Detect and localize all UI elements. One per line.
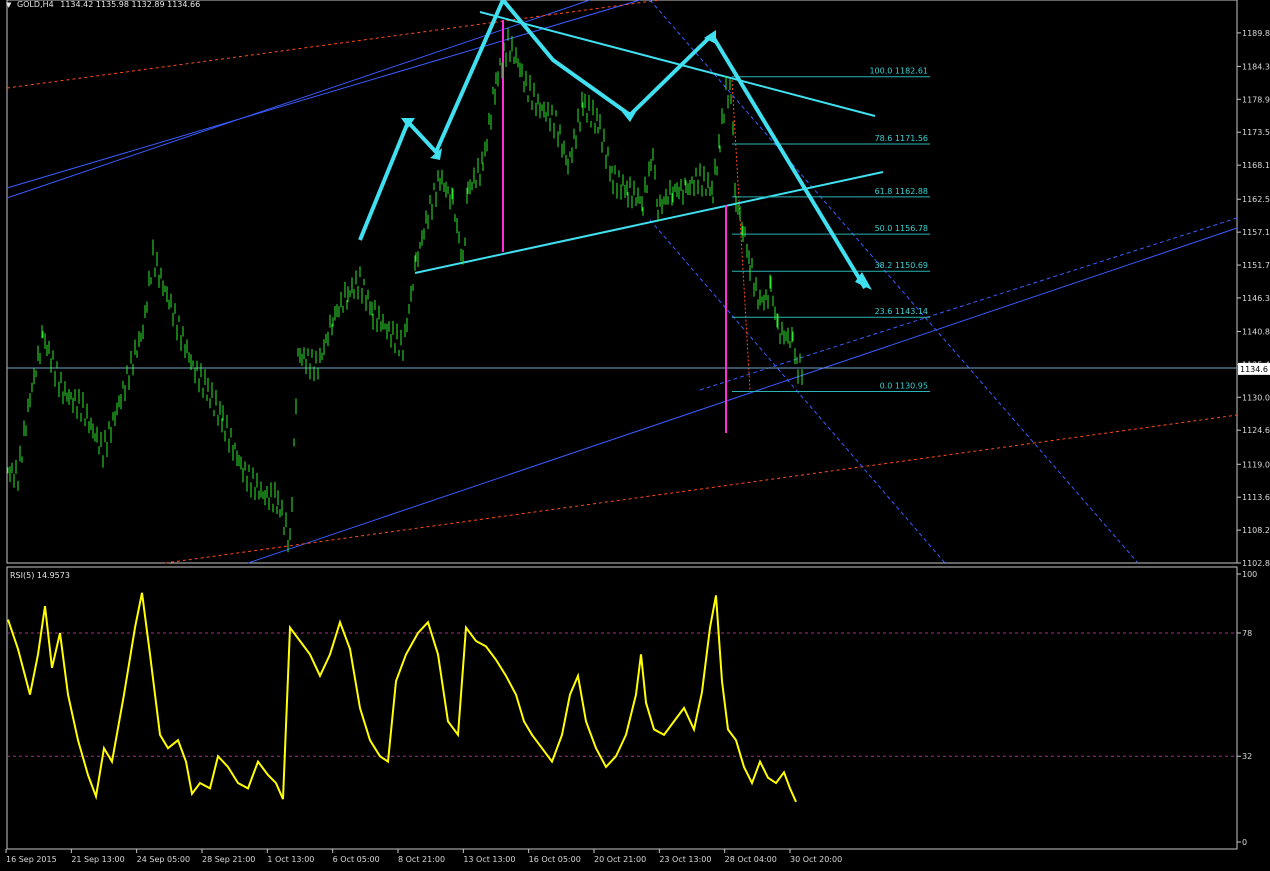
chart-header: ▼ GOLD,H4 1134.42 1135.98 1132.89 1134.6… bbox=[6, 0, 200, 9]
symbol-label: GOLD,H4 bbox=[16, 0, 54, 9]
fib-level-label: 23.6 1143.14 bbox=[875, 307, 928, 316]
price-tick-label: 1168.1 bbox=[1242, 161, 1270, 170]
regression-upper-line bbox=[6, 0, 661, 89]
price-tick-label: 1130.0 bbox=[1242, 393, 1270, 402]
time-tick-label: 13 Oct 13:00 bbox=[463, 855, 515, 864]
fib-level-label: 100.0 1182.61 bbox=[869, 67, 928, 76]
pattern-arrow-mid bbox=[501, 0, 714, 117]
pattern-arrow-down bbox=[710, 33, 867, 290]
current-price-label: 1134.6 bbox=[1240, 365, 1268, 374]
time-tick-label: 28 Sep 21:00 bbox=[202, 855, 255, 864]
time-tick-label: 28 Oct 04:00 bbox=[725, 855, 777, 864]
fib-level-label: 38.2 1150.69 bbox=[875, 261, 928, 270]
price-tick-label: 1140.8 bbox=[1242, 327, 1270, 336]
main-panel-frame bbox=[6, 0, 1238, 564]
price-tick-label: 1113.6 bbox=[1242, 493, 1270, 502]
price-tick-label: 1178.9 bbox=[1242, 95, 1270, 104]
regression-lower-line bbox=[164, 414, 1238, 564]
ohlc-values: 1134.42 1135.98 1132.89 1134.66 bbox=[60, 0, 201, 9]
time-tick-label: 24 Sep 05:00 bbox=[137, 855, 190, 864]
arrowhead-3 bbox=[622, 112, 636, 122]
time-tick-label: 16 Oct 05:00 bbox=[529, 855, 581, 864]
fib-base-line bbox=[731, 79, 751, 391]
price-tick-label: 1157.1 bbox=[1242, 228, 1270, 237]
fib-level-label: 78.6 1171.56 bbox=[875, 134, 928, 143]
price-tick-label: 1102.8 bbox=[1242, 559, 1270, 568]
rsi-line bbox=[7, 592, 797, 803]
price-tick-label: 1151.7 bbox=[1242, 261, 1270, 270]
price-tick-label: 1119.0 bbox=[1242, 460, 1270, 469]
down-channel-line bbox=[649, 0, 1139, 564]
time-tick-label: 1 Oct 13:00 bbox=[267, 855, 314, 864]
fib-level-label: 61.8 1162.88 bbox=[875, 187, 928, 196]
price-tick-label: 1146.3 bbox=[1242, 294, 1270, 303]
rsi-tick-label: 0 bbox=[1242, 838, 1247, 847]
neckline-top bbox=[479, 11, 876, 117]
time-tick-label: 16 Sep 2015 bbox=[6, 855, 57, 864]
price-tick-label: 1189.8 bbox=[1242, 29, 1270, 38]
price-tick-label: 1184.3 bbox=[1242, 62, 1270, 71]
time-tick-label: 21 Sep 13:00 bbox=[71, 855, 124, 864]
price-tick-label: 1162.5 bbox=[1242, 195, 1270, 204]
channel-lower-dashed bbox=[699, 217, 1238, 391]
price-chart-canvas[interactable]: 1189.8 1184.3 1178.9 1173.5 1168.1 1162.5 1157… bbox=[0, 0, 1270, 867]
triangle-down-icon[interactable]: ▼ bbox=[6, 1, 11, 9]
rsi-panel-frame bbox=[6, 566, 1238, 850]
price-tick-label: 1108.2 bbox=[1242, 526, 1270, 535]
fib-level-label: 0.0 1130.95 bbox=[880, 381, 928, 390]
price-tick-label: 1124.6 bbox=[1242, 426, 1270, 435]
rsi-header: RSI(5) 14.9573 bbox=[10, 571, 70, 580]
fib-level-label: 50.0 1156.78 bbox=[875, 224, 928, 233]
rsi-tick-label: 78 bbox=[1242, 629, 1252, 638]
time-tick-label: 20 Oct 21:00 bbox=[594, 855, 646, 864]
channel-lower-line bbox=[247, 227, 1238, 564]
time-tick-label: 6 Oct 05:00 bbox=[333, 855, 380, 864]
price-tick-label: 1173.5 bbox=[1242, 128, 1270, 137]
time-tick-label: 23 Oct 13:00 bbox=[659, 855, 711, 864]
rsi-tick-label: 100 bbox=[1242, 570, 1257, 579]
time-tick-label: 8 Oct 21:00 bbox=[398, 855, 445, 864]
chart-window[interactable]: 1189.8 1184.3 1178.9 1173.5 1168.1 1162.5 1157… bbox=[0, 0, 1270, 867]
rsi-tick-label: 32 bbox=[1242, 752, 1252, 761]
neckline-bottom bbox=[414, 171, 884, 274]
time-tick-label: 30 Oct 20:00 bbox=[790, 855, 842, 864]
